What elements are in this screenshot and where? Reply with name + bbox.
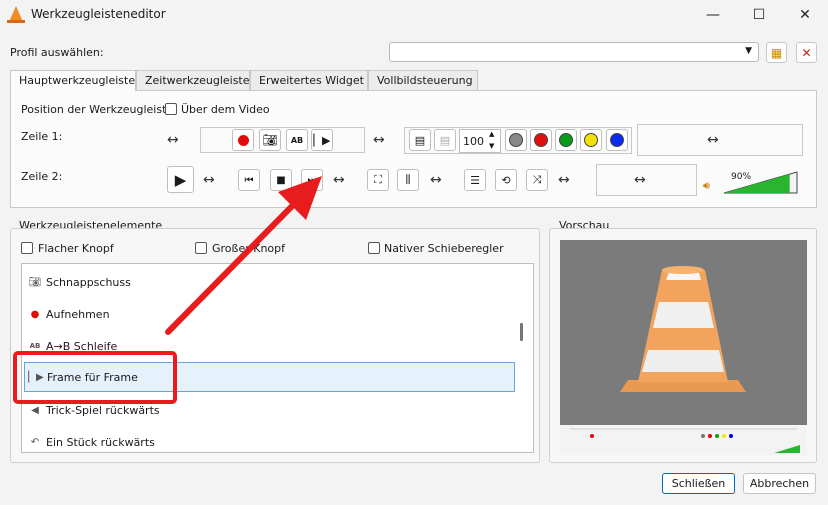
- minimize-button[interactable]: —: [690, 0, 736, 30]
- blue-color-button[interactable]: [606, 129, 628, 151]
- chevron-down-icon: ▼: [745, 46, 752, 56]
- tab-fullscreen-controls[interactable]: Vollbildsteuerung: [368, 70, 478, 90]
- expanding-spacer-icon[interactable]: ↔: [707, 132, 719, 148]
- preview-image: [560, 240, 807, 455]
- equalizer-button[interactable]: ⫼: [397, 169, 419, 191]
- record-button[interactable]: [232, 129, 254, 151]
- window-title: Werkzeugleisteneditor: [31, 7, 166, 21]
- ab-loop-icon: AB: [290, 135, 304, 145]
- trickplay-back-icon: ◀: [31, 404, 39, 416]
- loop-icon: ⟲: [501, 173, 511, 187]
- spacer-icon[interactable]: ↔: [430, 172, 442, 188]
- extended-settings-button[interactable]: ▤: [434, 129, 456, 151]
- above-video-checkbox[interactable]: [165, 103, 177, 115]
- playlist-icon: ☰: [470, 173, 480, 187]
- list-item-label: Aufnehmen: [46, 307, 110, 321]
- highlight-box: [13, 351, 177, 404]
- green-color-button[interactable]: [555, 129, 577, 151]
- row1-label: Zeile 1:: [21, 130, 63, 143]
- zoom-spinbox[interactable]: 100 ▲ ▼: [459, 129, 501, 153]
- annotation-arrow: [165, 176, 322, 335]
- vlc-logo-icon: [7, 6, 25, 23]
- close-window-button[interactable]: ✕: [782, 0, 828, 30]
- delete-profile-icon[interactable]: ✕: [796, 42, 817, 63]
- native-slider-label: Nativer Schieberegler: [384, 242, 504, 255]
- list-item-label: Schnappschuss: [46, 275, 131, 289]
- spacer-icon[interactable]: ↔: [333, 172, 345, 188]
- camera-icon: 📷︎: [28, 276, 42, 288]
- list-scrollbar[interactable]: [520, 323, 523, 341]
- expanding-spacer-icon[interactable]: ↔: [634, 172, 646, 188]
- profile-select[interactable]: ▼: [389, 42, 759, 62]
- list-item-label: Trick-Spiel rückwärts: [46, 403, 160, 417]
- equalizer-icon: ⫼: [405, 173, 411, 186]
- save-profile-icon[interactable]: ▦: [766, 42, 787, 63]
- row2-stretch-slot: [596, 164, 697, 196]
- volume-slider[interactable]: [723, 171, 798, 194]
- shuffle-icon: ⤨: [532, 173, 542, 186]
- volume-icon: 🔊︎: [703, 179, 710, 192]
- flat-button-checkbox[interactable]: [21, 242, 33, 254]
- snapshot-button[interactable]: 📷︎: [259, 129, 281, 151]
- yellow-color-button[interactable]: [580, 129, 602, 151]
- loop-button[interactable]: ⟲: [495, 169, 517, 191]
- close-button[interactable]: Schließen: [662, 473, 735, 494]
- volume-slider-graphic: [723, 171, 798, 194]
- row1-group-a: [200, 127, 365, 153]
- flat-button-label: Flacher Knopf: [38, 242, 114, 255]
- zoom-value: 100: [463, 135, 484, 148]
- vlc-cone-icon: [560, 240, 807, 455]
- spacer-icon[interactable]: ↔: [167, 132, 179, 148]
- profile-label: Profil auswählen:: [10, 46, 104, 59]
- camera-icon: 📷︎: [262, 133, 278, 147]
- ab-loop-icon: AB: [29, 342, 41, 350]
- shuffle-button[interactable]: ⤨: [526, 169, 548, 191]
- red-color-button[interactable]: [530, 129, 552, 151]
- tab-main-toolbar[interactable]: Hauptwerkzeugleiste: [10, 70, 136, 91]
- fullscreen-icon: ⛶: [374, 173, 382, 186]
- position-label: Position der Werkzeugleiste:: [21, 103, 177, 116]
- native-slider-checkbox[interactable]: [368, 242, 380, 254]
- frame-step-button[interactable]: ▏▶: [311, 129, 333, 151]
- frame-step-icon: ▏▶: [313, 133, 331, 147]
- fullscreen-button[interactable]: ⛶: [367, 169, 389, 191]
- tab-advanced-widget[interactable]: Erweitertes Widget: [250, 70, 368, 90]
- row2-label: Zeile 2:: [21, 170, 63, 183]
- list-item-label: Ein Stück rückwärts: [46, 435, 155, 449]
- record-icon: ●: [30, 308, 40, 320]
- ab-loop-button[interactable]: AB: [286, 129, 308, 151]
- above-video-label: Über dem Video: [181, 103, 270, 116]
- spin-down-icon[interactable]: ▼: [489, 142, 494, 150]
- gray-color-button[interactable]: [505, 129, 527, 151]
- row1-stretch-slot: [637, 124, 803, 156]
- spacer-icon[interactable]: ↔: [373, 132, 385, 148]
- spacer-icon[interactable]: ↔: [558, 172, 570, 188]
- list-item[interactable]: ↶ Ein Stück rückwärts: [24, 427, 515, 457]
- grid-icon: ▤: [439, 133, 451, 147]
- playlist-icon: ▤: [414, 133, 426, 147]
- playlist-toggle-button[interactable]: ☰: [464, 169, 486, 191]
- playlist-button[interactable]: ▤: [409, 129, 431, 151]
- spin-up-icon[interactable]: ▲: [489, 130, 494, 138]
- jump-back-icon: ↶: [30, 436, 40, 448]
- cancel-button[interactable]: Abbrechen: [743, 473, 816, 494]
- maximize-button[interactable]: ☐: [736, 0, 782, 30]
- tab-time-toolbar[interactable]: Zeitwerkzeugleiste: [136, 70, 250, 90]
